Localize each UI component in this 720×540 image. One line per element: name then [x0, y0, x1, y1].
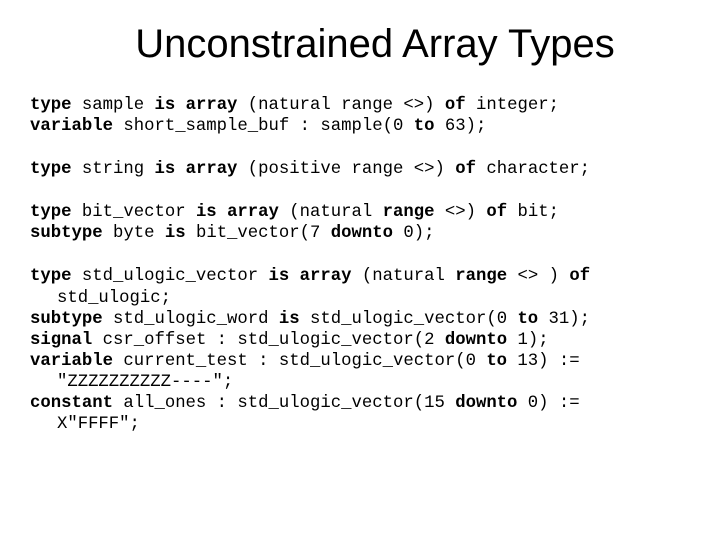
kw-signal: signal: [30, 331, 92, 350]
code-text: 0) :=: [517, 394, 579, 413]
kw-to: to: [517, 310, 538, 329]
kw-is: is: [196, 203, 217, 222]
kw-variable: variable: [30, 117, 113, 136]
code-text: short_sample_buf : sample(0: [113, 117, 414, 136]
slide: Unconstrained Array Types type sample is…: [0, 0, 720, 540]
kw-is: is: [165, 224, 186, 243]
code-text: (positive range <>): [237, 160, 455, 179]
code-text: 63);: [434, 117, 486, 136]
kw-array: array: [186, 160, 238, 179]
kw-subtype: subtype: [30, 224, 103, 243]
code-text: <> ): [507, 267, 569, 286]
code-text: [217, 203, 227, 222]
kw-is: is: [154, 160, 175, 179]
kw-downto: downto: [445, 331, 507, 350]
code-text: <>): [435, 203, 487, 222]
code-text: (natural range <>): [237, 96, 444, 115]
code-text: 1);: [507, 331, 548, 350]
code-text: current_test : std_ulogic_vector(0: [113, 352, 486, 371]
code-text: csr_offset : std_ulogic_vector(2: [92, 331, 445, 350]
code-text: 13) :=: [507, 352, 580, 371]
code-text: [289, 267, 299, 286]
kw-of: of: [455, 160, 476, 179]
kw-type: type: [30, 160, 71, 179]
code-text: string: [71, 160, 154, 179]
kw-constant: constant: [30, 394, 113, 413]
kw-type: type: [30, 96, 71, 115]
kw-array: array: [186, 96, 238, 115]
code-text: std_ulogic;: [30, 289, 171, 308]
kw-to: to: [414, 117, 435, 136]
code-block-4: type std_ulogic_vector is array (natural…: [30, 266, 690, 435]
kw-variable: variable: [30, 352, 113, 371]
code-text: (natural: [352, 267, 456, 286]
code-block-3: type bit_vector is array (natural range …: [30, 202, 690, 244]
code-text: std_ulogic_vector: [71, 267, 268, 286]
kw-is: is: [279, 310, 300, 329]
code-text: all_ones : std_ulogic_vector(15: [113, 394, 455, 413]
code-text: std_ulogic_word: [103, 310, 279, 329]
code-text: "ZZZZZZZZZZ----";: [30, 373, 233, 392]
kw-range: range: [383, 203, 435, 222]
kw-downto: downto: [331, 224, 393, 243]
code-text: sample: [71, 96, 154, 115]
code-text: 31);: [538, 310, 590, 329]
kw-array: array: [227, 203, 279, 222]
code-text: X"FFFF";: [30, 415, 140, 434]
code-block-2: type string is array (positive range <>)…: [30, 159, 690, 180]
kw-is: is: [154, 96, 175, 115]
code-text: bit;: [507, 203, 559, 222]
kw-is: is: [269, 267, 290, 286]
kw-of: of: [445, 96, 466, 115]
code-text: (natural: [279, 203, 383, 222]
kw-downto: downto: [455, 394, 517, 413]
kw-type: type: [30, 267, 71, 286]
code-text: [175, 96, 185, 115]
kw-range: range: [455, 267, 507, 286]
code-text: bit_vector: [71, 203, 195, 222]
code-block-1: type sample is array (natural range <>) …: [30, 95, 690, 137]
code-text: integer;: [466, 96, 559, 115]
code-text: byte: [103, 224, 165, 243]
code-text: [175, 160, 185, 179]
kw-subtype: subtype: [30, 310, 103, 329]
kw-of: of: [486, 203, 507, 222]
code-text: character;: [476, 160, 590, 179]
kw-of: of: [569, 267, 590, 286]
code-text: bit_vector(7: [186, 224, 331, 243]
kw-to: to: [486, 352, 507, 371]
slide-title: Unconstrained Array Types: [30, 22, 690, 67]
code-text: std_ulogic_vector(0: [300, 310, 518, 329]
kw-array: array: [300, 267, 352, 286]
code-text: 0);: [393, 224, 434, 243]
kw-type: type: [30, 203, 71, 222]
